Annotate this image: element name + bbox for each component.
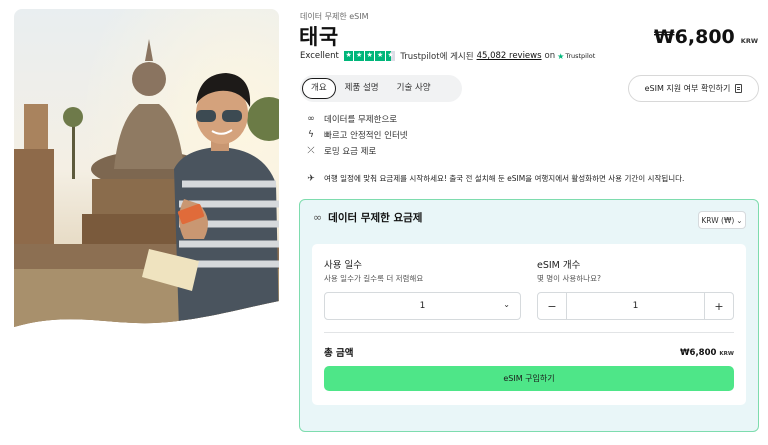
buy-esim-button[interactable]: eSIM 구입하기: [324, 366, 734, 391]
price: ₩6,800 KRW: [654, 26, 758, 48]
star-icon: ★: [375, 51, 385, 61]
check-esim-compat-button[interactable]: eSIM 지원 여부 확인하기: [628, 75, 759, 102]
star-icon: ★: [354, 51, 364, 61]
days-title: 사용 일수: [324, 260, 362, 271]
feature-item: ϟ 빠르고 안정적인 인터넷: [304, 127, 408, 143]
esim-count-value[interactable]: 1: [567, 301, 704, 311]
document-icon: [735, 84, 743, 93]
days-select[interactable]: 1 ⌄: [324, 292, 521, 320]
total-label: 총 금액: [324, 348, 354, 359]
chevron-down-icon: ⌄: [503, 300, 510, 309]
decrement-button[interactable]: −: [538, 293, 567, 319]
bolt-icon: ϟ: [308, 130, 314, 140]
rating-on-text: on: [544, 51, 556, 61]
feature-text: 데이터를 무제한으로: [324, 115, 398, 125]
star-icon: ★: [343, 51, 354, 61]
reviews-link[interactable]: 45,082 reviews: [477, 51, 542, 61]
esim-count-title: eSIM 개수: [537, 260, 581, 271]
feature-text: 로밍 요금 제로: [324, 147, 377, 157]
feature-item: ∞ 데이터를 무제한으로: [304, 111, 408, 127]
notice-text: 여행 일정에 맞춰 요금제를 시작하세요! 출국 전 설치해 둔 eSIM을 여…: [324, 174, 685, 183]
no-roaming-icon: ⤫: [307, 146, 315, 156]
trustpilot-brand: Trustpilot: [565, 52, 596, 60]
total-amount: ₩6,800: [680, 348, 717, 358]
total-value: ₩6,800 KRW: [680, 348, 734, 358]
trustpilot-logo: ★ Trustpilot: [557, 52, 595, 61]
infinity-icon: ∞: [307, 114, 315, 124]
rating-label: Excellent: [300, 51, 339, 61]
plan-heading: ∞ 데이터 무제한 요금제: [313, 210, 422, 225]
activation-notice: ✈ 여행 일정에 맞춰 요금제를 시작하세요! 출국 전 설치해 둔 eSIM을…: [304, 173, 684, 184]
feature-list: ∞ 데이터를 무제한으로 ϟ 빠르고 안정적인 인터넷 ⤫ 로밍 요금 제로: [304, 111, 408, 159]
plan-panel: ∞ 데이터 무제한 요금제 KRW (₩) ⌄ 사용 일수 사용 일수가 길수록…: [299, 199, 759, 432]
plan-heading-text: 데이터 무제한 요금제: [328, 212, 423, 224]
esim-count-stepper: − 1 +: [537, 292, 734, 320]
plan-config-card: 사용 일수 사용 일수가 길수록 더 저렴해요 1 ⌄ eSIM 개수 몇 명이…: [312, 244, 746, 405]
star-icon: ★: [364, 51, 375, 61]
price-amount: ₩6,800: [653, 26, 735, 48]
divider: [324, 332, 734, 333]
chevron-down-icon: ⌄: [736, 215, 743, 225]
esim-count-subtitle: 몇 명이 사용하나요?: [537, 274, 601, 283]
tab-specs[interactable]: 기술 사양: [388, 78, 440, 99]
rating-provider-text: Trustpilot에 게시된: [400, 52, 474, 62]
tab-description[interactable]: 제품 설명: [336, 78, 388, 99]
feature-text: 빠르고 안정적인 인터넷: [324, 131, 408, 141]
trustpilot-rating: Excellent ★ ★ ★ ★ ★ Trustpilot에 게시된 45,0…: [300, 50, 595, 62]
currency-select[interactable]: KRW (₩) ⌄: [698, 211, 746, 229]
check-esim-label: eSIM 지원 여부 확인하기: [644, 84, 731, 93]
star-half-icon: ★: [385, 51, 396, 61]
rating-stars: ★ ★ ★ ★ ★: [343, 51, 396, 61]
increment-button[interactable]: +: [704, 293, 733, 319]
days-value: 1: [419, 301, 426, 311]
product-tabs: 개요 제품 설명 기술 사양: [300, 75, 462, 102]
page-title: 태국: [299, 25, 339, 49]
feature-item: ⤫ 로밍 요금 제로: [304, 143, 408, 159]
currency-select-value: KRW (₩): [701, 215, 735, 225]
trustpilot-star-icon: ★: [557, 51, 565, 61]
tab-overview[interactable]: 개요: [302, 78, 336, 99]
price-currency: KRW: [740, 37, 758, 45]
hero-photo: [14, 9, 279, 329]
infinity-icon: ∞: [313, 211, 323, 224]
plane-icon: ✈: [307, 173, 315, 184]
days-subtitle: 사용 일수가 길수록 더 저렴해요: [324, 274, 424, 283]
total-currency: KRW: [719, 351, 734, 357]
